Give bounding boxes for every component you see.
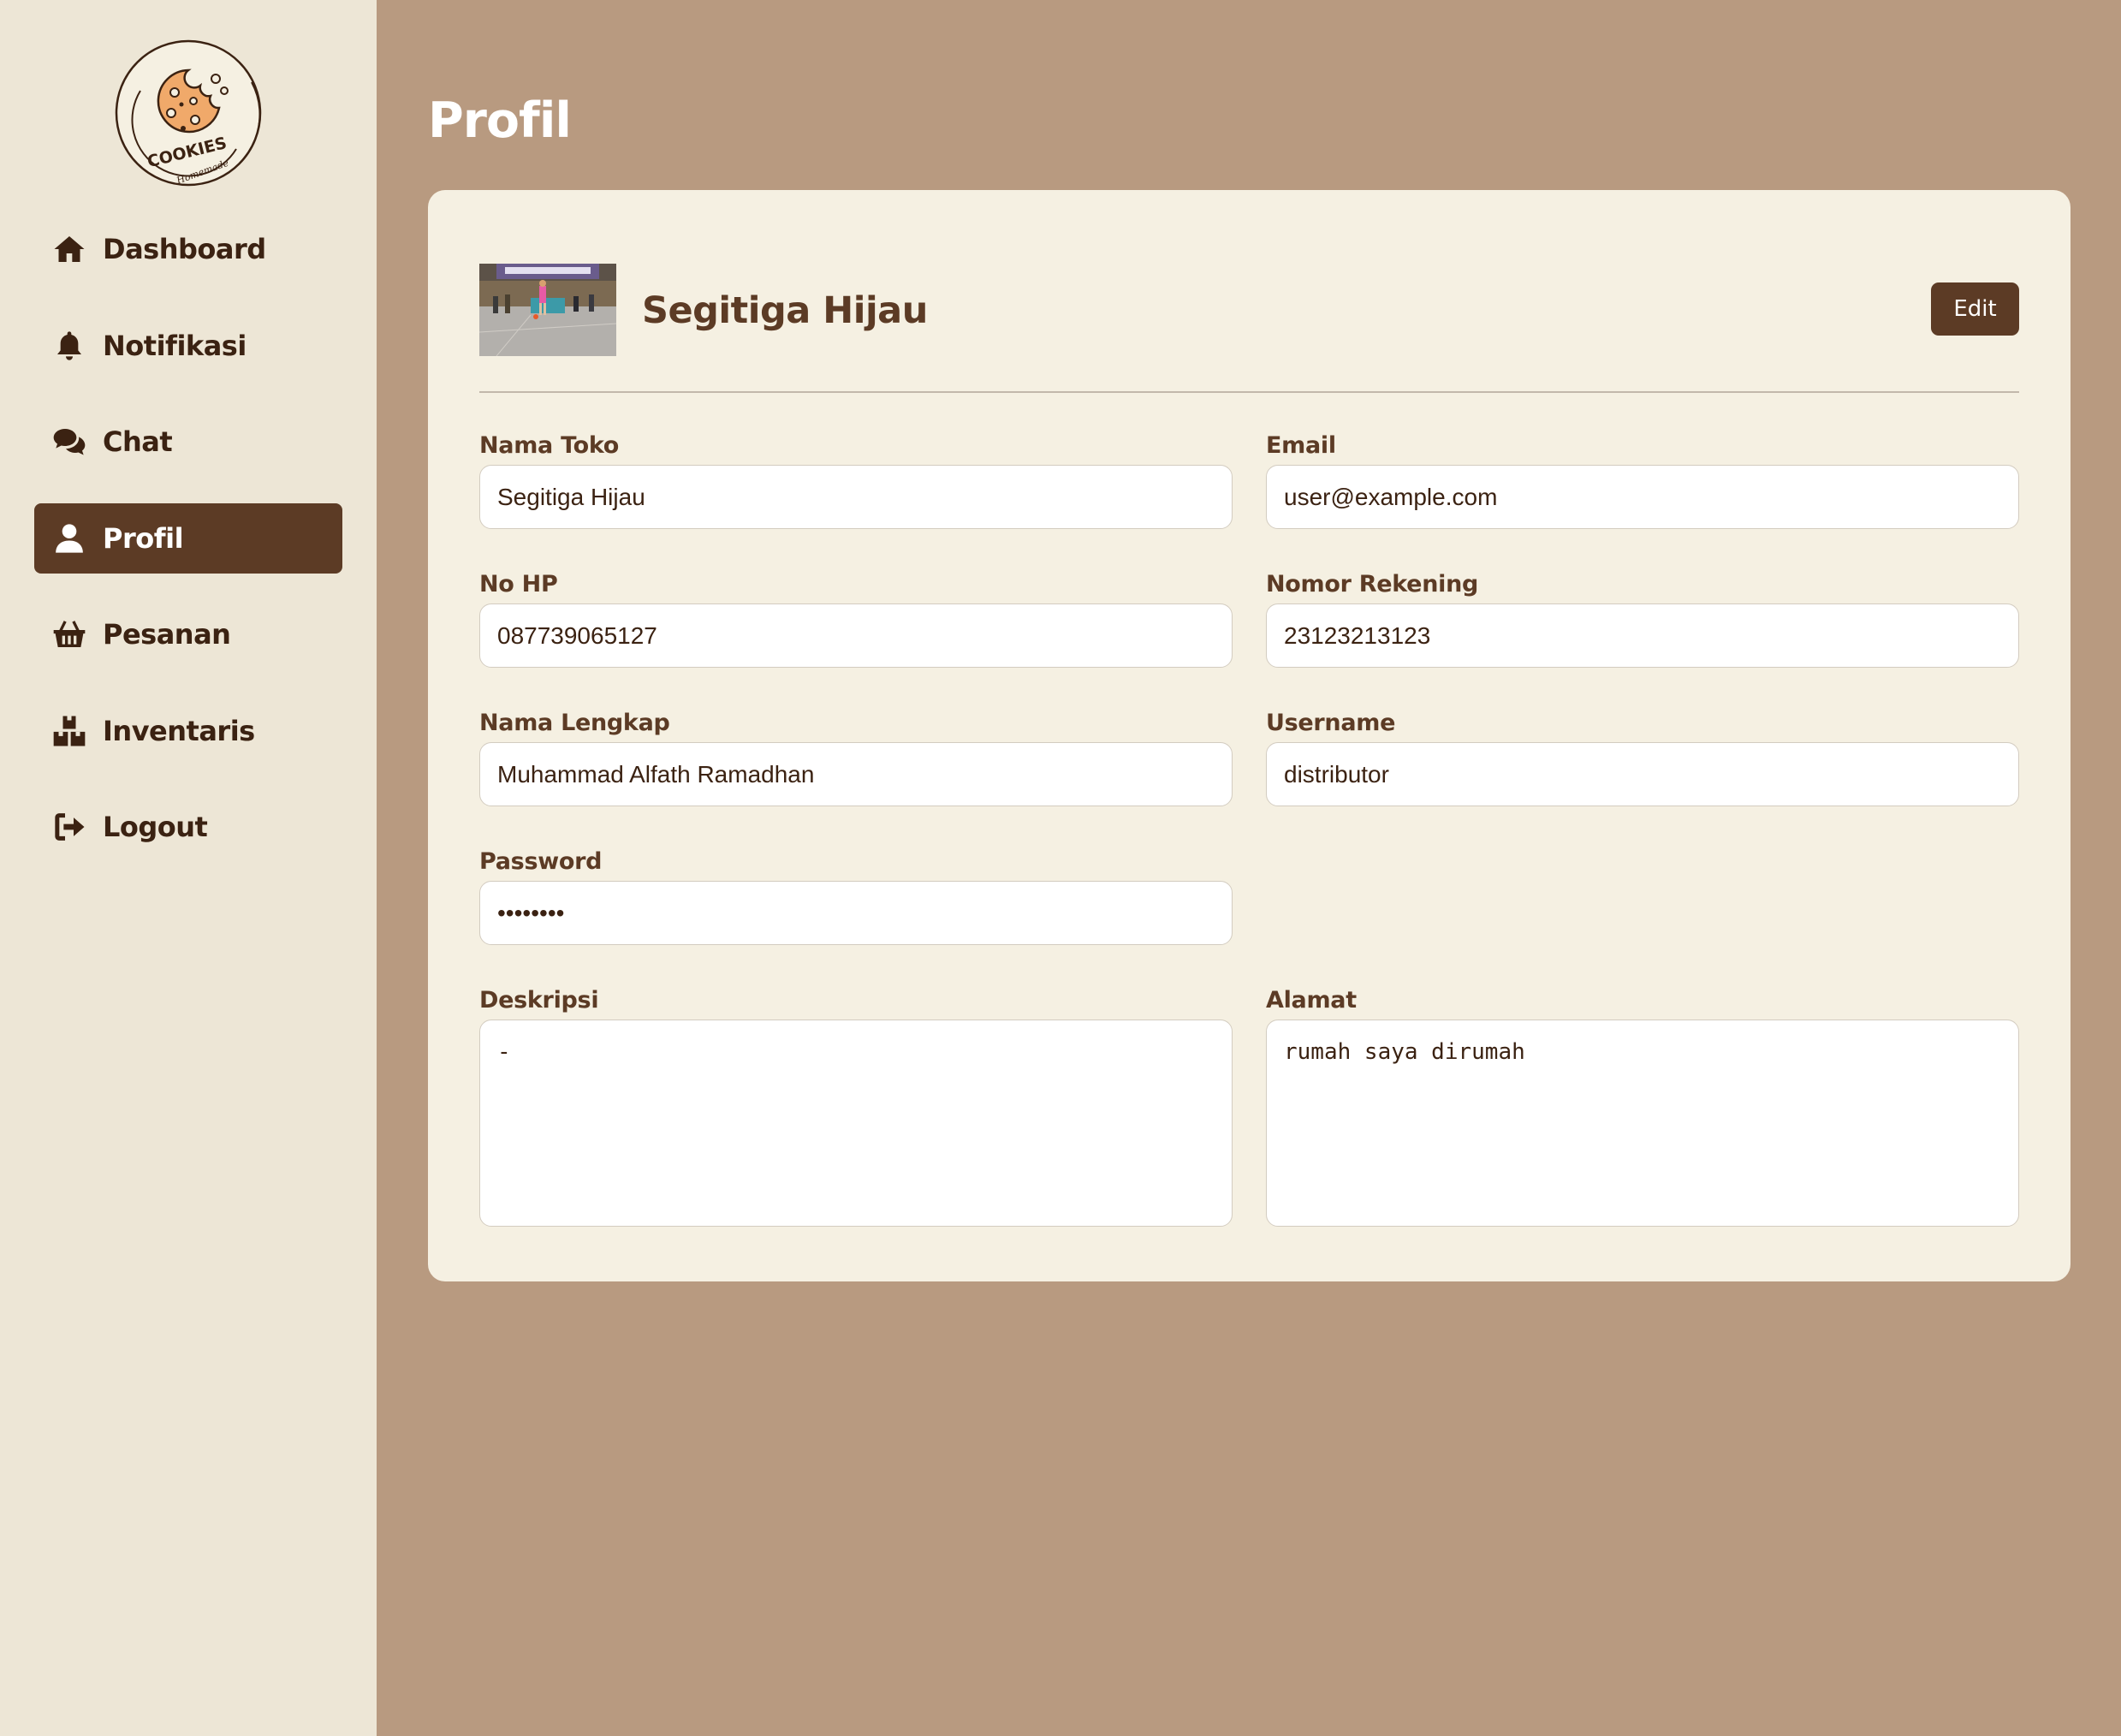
edit-button[interactable]: Edit — [1931, 282, 2019, 336]
boxes-icon — [51, 713, 87, 749]
sidebar-item-label: Logout — [103, 811, 208, 843]
sidebar-item-label: Notifikasi — [103, 329, 247, 362]
password-field: Password — [479, 848, 1233, 945]
nama-toko-label: Nama Toko — [479, 432, 620, 459]
sidebar-item-label: Inventaris — [103, 714, 255, 747]
profile-card: Segitiga Hijau Edit Nama Toko Email No H… — [428, 190, 2070, 1281]
alamat-textarea[interactable]: rumah saya dirumah — [1266, 1020, 2019, 1227]
nama-lengkap-input[interactable] — [479, 742, 1233, 806]
logout-icon — [51, 809, 87, 845]
email-input[interactable] — [1266, 465, 2019, 529]
user-icon — [51, 520, 87, 556]
nama-lengkap-field: Nama Lengkap — [479, 710, 1233, 806]
username-label: Username — [1266, 710, 1396, 736]
alamat-field: Alamat rumah saya dirumah — [1266, 987, 2019, 1231]
home-icon — [51, 231, 87, 267]
nama-lengkap-label: Nama Lengkap — [479, 710, 670, 736]
sidebar-item-chat[interactable]: Chat — [34, 407, 342, 477]
deskripsi-field: Deskripsi - — [479, 987, 1233, 1231]
sidebar-item-label: Dashboard — [103, 233, 266, 265]
nama-toko-input[interactable] — [479, 465, 1233, 529]
sidebar-nav: Dashboard Notifikasi Chat Profil Pesanan — [34, 214, 342, 889]
deskripsi-label: Deskripsi — [479, 987, 599, 1014]
profile-header: Segitiga Hijau Edit — [479, 264, 2019, 358]
no-hp-input[interactable] — [479, 603, 1233, 668]
sidebar-item-pesanan[interactable]: Pesanan — [34, 599, 342, 669]
basket-icon — [51, 616, 87, 652]
username-input[interactable] — [1266, 742, 2019, 806]
email-label: Email — [1266, 432, 1336, 459]
cookies-logo[interactable]: COOKIES Homemade — [115, 39, 262, 187]
comments-icon — [51, 424, 87, 460]
alamat-label: Alamat — [1266, 987, 1357, 1014]
nama-toko-field: Nama Toko — [479, 432, 1233, 529]
sidebar-item-profil[interactable]: Profil — [34, 502, 342, 574]
bell-icon — [51, 328, 87, 364]
store-photo[interactable] — [479, 264, 616, 356]
sidebar-item-label: Chat — [103, 425, 173, 458]
sidebar-item-dashboard[interactable]: Dashboard — [34, 214, 342, 284]
sidebar-item-label: Pesanan — [103, 618, 231, 651]
nomor-rekening-input[interactable] — [1266, 603, 2019, 668]
sidebar: COOKIES Homemade Dashboard Notifikasi Ch… — [0, 0, 377, 1736]
sidebar-item-logout[interactable]: Logout — [34, 792, 342, 862]
sidebar-item-label: Profil — [103, 521, 184, 555]
nomor-rekening-field: Nomor Rekening — [1266, 571, 2019, 668]
sidebar-item-notifikasi[interactable]: Notifikasi — [34, 311, 342, 381]
header-divider — [479, 391, 2019, 393]
nomor-rekening-label: Nomor Rekening — [1266, 571, 1479, 597]
password-label: Password — [479, 848, 603, 875]
no-hp-field: No HP — [479, 571, 1233, 668]
no-hp-label: No HP — [479, 571, 558, 597]
username-field: Username — [1266, 710, 2019, 806]
password-input[interactable] — [479, 881, 1233, 945]
email-field: Email — [1266, 432, 2019, 529]
store-name: Segitiga Hijau — [642, 289, 928, 332]
sidebar-item-inventaris[interactable]: Inventaris — [34, 696, 342, 766]
page-title: Profil — [428, 92, 572, 149]
deskripsi-textarea[interactable]: - — [479, 1020, 1233, 1227]
